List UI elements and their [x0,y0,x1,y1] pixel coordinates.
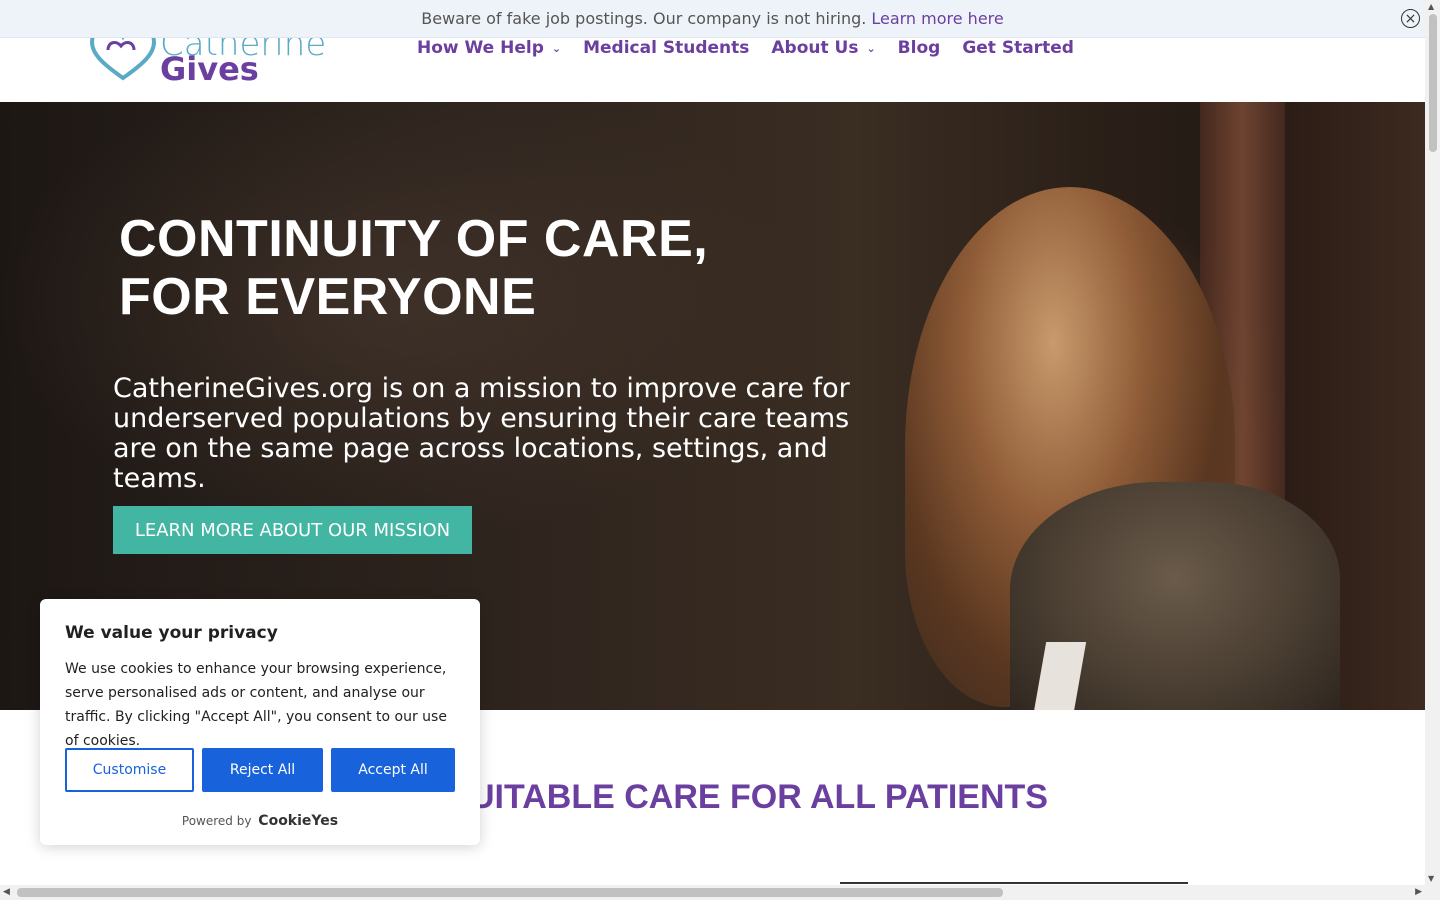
scroll-left-icon[interactable]: ◀ [3,887,10,897]
vertical-scroll-thumb[interactable] [1429,14,1437,152]
scroll-down-icon[interactable]: ▼ [1428,874,1434,883]
nav-label: About Us [771,38,859,58]
nav-get-started[interactable]: Get Started [962,38,1074,58]
notice-learn-more-link[interactable]: Learn more here [871,9,1003,28]
cookie-buttons: Customise Reject All Accept All [65,748,455,792]
nav-medical-students[interactable]: Medical Students [583,38,749,58]
vertical-scrollbar[interactable]: ▲ ▼ [1425,0,1440,885]
close-icon[interactable]: × [1401,9,1420,28]
hero-title: CONTINUITY OF CARE, FOR EVERYONE [119,210,819,326]
nav-blog[interactable]: Blog [898,38,941,58]
hero-title-line1: CONTINUITY OF CARE, [119,210,709,268]
cookie-body: We use cookies to enhance your browsing … [65,661,447,749]
cookie-consent-dialog: We value your privacy We use cookies to … [40,599,480,845]
powered-by-label: Powered by [181,814,252,828]
nav-label: How We Help [417,38,544,58]
cookie-title: We value your privacy [65,623,278,643]
scroll-right-icon[interactable]: ▶ [1415,887,1422,897]
nav-label: Get Started [962,38,1074,58]
chevron-down-icon: ⌄ [866,41,876,55]
main-nav: How We Help ⌄ Medical Students About Us … [417,38,1096,58]
nav-how-we-help[interactable]: How We Help ⌄ [417,38,561,58]
section-heading: UITABLE CARE FOR ALL PATIENTS [470,778,1048,816]
accept-all-button[interactable]: Accept All [331,748,455,792]
scrollbar-corner [1425,885,1440,900]
scroll-up-icon[interactable]: ▲ [1428,2,1434,11]
notice-text: Beware of fake job postings. Our company… [421,9,867,28]
logo-word-gives: Gives [160,50,259,88]
nav-label: Blog [897,38,941,58]
hero-title-line2: FOR EVERYONE [119,268,537,326]
cookieyes-logo[interactable]: CookieYes [258,813,338,829]
horizontal-scrollbar[interactable]: ◀ ▶ [0,885,1425,900]
nav-label: Medical Students [583,38,750,58]
hero-subtitle: CatherineGives.org is on a mission to im… [113,373,850,494]
nav-about-us[interactable]: About Us ⌄ [771,38,875,58]
learn-more-mission-button[interactable]: LEARN MORE ABOUT OUR MISSION [113,506,472,554]
powered-by: Powered by CookieYes [40,813,480,829]
chevron-down-icon: ⌄ [551,41,562,55]
customise-button[interactable]: Customise [65,748,194,792]
job-warning-notice: Beware of fake job postings. Our company… [0,0,1425,38]
horizontal-scroll-thumb[interactable] [17,888,1003,897]
section-divider [840,882,1188,884]
reject-all-button[interactable]: Reject All [202,748,323,792]
